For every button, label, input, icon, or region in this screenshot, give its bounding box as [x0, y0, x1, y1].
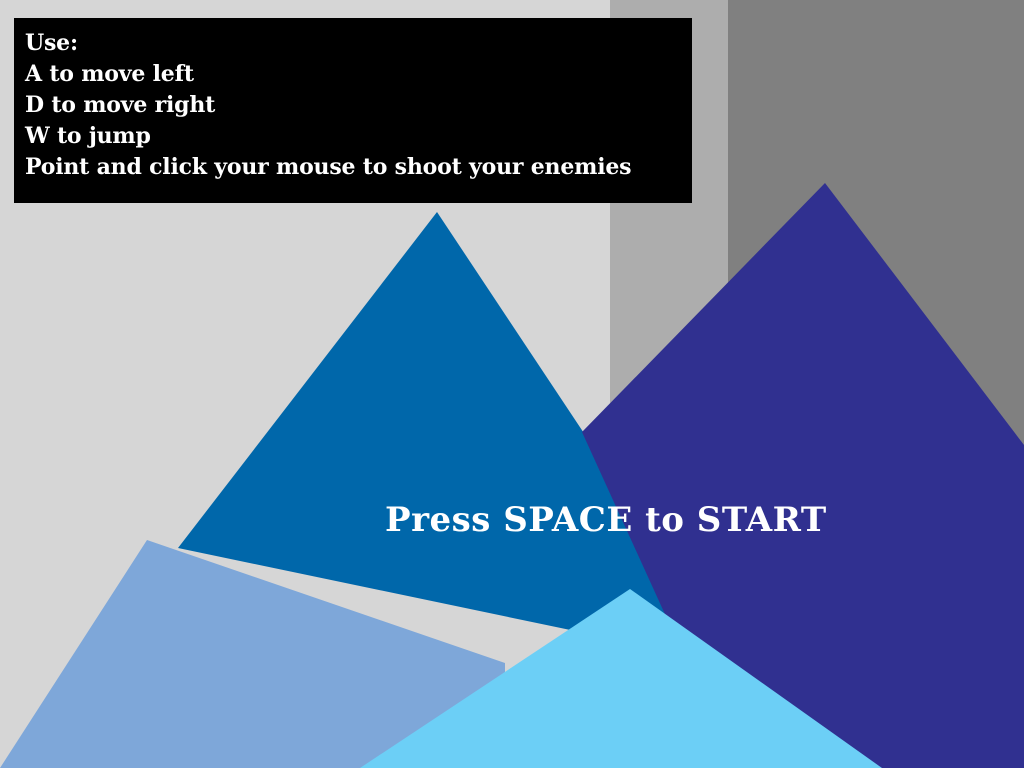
instruction-shoot: Point and click your mouse to shoot your…: [25, 154, 632, 180]
start-prompt: Press SPACE to START: [385, 500, 827, 540]
instruction-move-left: A to move left: [25, 61, 194, 87]
instruction-move-right: D to move right: [25, 92, 216, 118]
instructions-panel: Use: A to move left D to move right W to…: [14, 18, 692, 203]
instruction-jump: W to jump: [25, 123, 151, 149]
instructions-heading: Use:: [25, 30, 78, 56]
